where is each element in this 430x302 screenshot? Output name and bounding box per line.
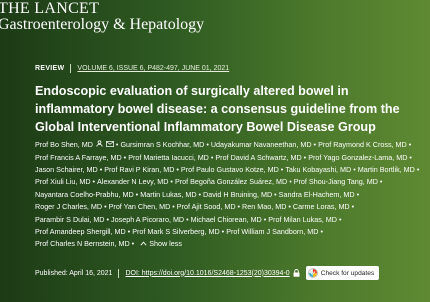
author-item: Prof Yan Chen, MD • bbox=[108, 202, 177, 212]
author-link[interactable]: Prof Yan Chen, MD bbox=[109, 202, 171, 211]
author-item: Taku Kobayashi, MD • bbox=[285, 164, 358, 174]
author-link[interactable]: Prof Yago Gonzalez-Lama, MD bbox=[308, 153, 407, 162]
author-item: Prof Ajit Sood, MD • bbox=[176, 202, 243, 212]
author-link[interactable]: Prof Xiuli Liu, MD bbox=[35, 177, 91, 186]
author-item: Roger J Charles, MD • bbox=[35, 202, 109, 212]
show-less-label: Show less bbox=[149, 239, 182, 249]
author-item: Joseph A Picoraro, MD • bbox=[111, 214, 191, 224]
author-link[interactable]: Carme Loras, MD bbox=[293, 202, 350, 211]
author-link[interactable]: Udayakumar Navaneethan, MD bbox=[211, 140, 312, 149]
author-item: Martin Lukas, MD • bbox=[140, 189, 204, 199]
author-item: Jason Schairer, MD • bbox=[35, 164, 105, 174]
author-link[interactable]: Prof Begoña González Suárez, MD bbox=[175, 177, 287, 186]
author-link[interactable]: Prof Bo Shen, MD bbox=[35, 140, 93, 149]
author-item: Martin Bortlik, MD • bbox=[357, 164, 420, 174]
author-link[interactable]: Martin Bortlik, MD bbox=[358, 165, 415, 174]
check-for-updates-label: Check for updates bbox=[320, 269, 375, 277]
author-link[interactable]: Prof Charles N Bernstein, MD bbox=[35, 239, 130, 248]
footer-divider bbox=[118, 268, 120, 278]
author-link[interactable]: Prof Milan Lukas, MD bbox=[268, 215, 337, 224]
author-item: Prof Begoña González Suárez, MD • bbox=[174, 177, 294, 187]
author-item: Parambir S Dulai, MD • bbox=[35, 214, 112, 224]
crossmark-icon bbox=[307, 268, 318, 278]
author-link[interactable]: Prof Paulo Gustavo Kotze, MD bbox=[181, 165, 279, 174]
author-link[interactable]: Prof Raymond K Cross, MD bbox=[318, 140, 407, 149]
author-link[interactable]: Martin Lukas, MD bbox=[140, 190, 196, 199]
author-link[interactable]: Prof Mark S Silverberg, MD bbox=[132, 227, 219, 236]
author-link[interactable]: Prof Shou-Jiang Tang, MD bbox=[294, 177, 378, 186]
author-item: Sandra El-Hachem, MD • bbox=[278, 189, 360, 199]
author-item: Michael Chiorean, MD • bbox=[190, 214, 269, 224]
author-item: Prof Marietta Iacucci, MD • bbox=[128, 152, 216, 162]
article-type: REVIEW bbox=[35, 65, 65, 72]
author-item: Prof Paulo Gustavo Kotze, MD • bbox=[180, 164, 286, 174]
author-link[interactable]: Nayantara Coelho-Prabhu, MD bbox=[35, 190, 134, 199]
author-item: Carme Loras, MD • bbox=[292, 202, 355, 212]
author-link[interactable]: Prof Amandeep Shergill, MD bbox=[35, 227, 126, 236]
author-item: David H Bruining, MD • bbox=[203, 189, 279, 199]
author-list: Prof Bo Shen, MD • Gursimran S Kochhar, … bbox=[35, 139, 425, 251]
author-link[interactable]: Sandra El-Hachem, MD bbox=[279, 190, 355, 199]
author-item: Prof Amandeep Shergill, MD • bbox=[35, 226, 133, 236]
author-item: Prof Xiuli Liu, MD • bbox=[35, 177, 98, 187]
author-link[interactable]: Gursimran S Kochhar, MD bbox=[120, 140, 204, 149]
published-date: Published: April 16, 2021 bbox=[35, 269, 113, 277]
author-item: Udayakumar Navaneethan, MD • bbox=[210, 140, 319, 150]
chevron-up-icon bbox=[140, 238, 147, 250]
author-item: Prof Ravi P Kiran, MD • bbox=[104, 164, 181, 174]
author-item: Nayantara Coelho-Prabhu, MD • bbox=[35, 189, 141, 199]
journal-masthead[interactable]: THE LANCET Gastroenterology & Hepatology bbox=[0, 0, 430, 42]
article-meta: REVIEW VOLUME 6, ISSUE 6, P482-497, JUNE… bbox=[35, 64, 229, 73]
author-link[interactable]: Parambir S Dulai, MD bbox=[35, 215, 105, 224]
lock-icon bbox=[293, 269, 300, 277]
author-item: Prof Shou-Jiang Tang, MD • bbox=[293, 177, 383, 187]
email-icon[interactable] bbox=[105, 139, 114, 151]
author-item: Prof Mark S Silverberg, MD • bbox=[132, 226, 227, 236]
author-link[interactable]: Ren Mao, MD bbox=[242, 202, 286, 211]
author-item: Prof Raymond K Cross, MD • bbox=[318, 140, 412, 150]
author-item: Prof Yago Gonzalez-Lama, MD • bbox=[308, 152, 412, 162]
author-link[interactable]: Michael Chiorean, MD bbox=[191, 215, 262, 224]
author-item: Prof Francis A Farraye, MD • bbox=[35, 152, 129, 162]
author-item: Prof William J Sandborn, MD • bbox=[226, 226, 323, 236]
check-for-updates-button[interactable]: Check for updates bbox=[305, 266, 380, 280]
author-item: Prof Bo Shen, MD • bbox=[35, 140, 120, 149]
author-link[interactable]: Joseph A Picoraro, MD bbox=[111, 215, 184, 224]
publication-info: Published: April 16, 2021 DOI: https://d… bbox=[35, 266, 380, 280]
author-link[interactable]: Prof William J Sandborn, MD bbox=[226, 227, 318, 236]
issue-link[interactable]: VOLUME 6, ISSUE 6, P482-497, JUNE 01, 20… bbox=[77, 65, 229, 72]
show-less-button[interactable]: Show less bbox=[140, 239, 182, 248]
journal-subtitle[interactable]: Gastroenterology & Hepatology bbox=[0, 16, 204, 34]
author-link[interactable]: David H Bruining, MD bbox=[203, 190, 272, 199]
author-item: Prof David A Schwartz, MD • bbox=[215, 152, 309, 162]
author-item: Ren Mao, MD • bbox=[242, 202, 293, 212]
doi-link[interactable]: DOI: https://doi.org/10.1016/S2468-1253(… bbox=[125, 270, 289, 277]
author-link[interactable]: Prof Ajit Sood, MD bbox=[177, 202, 236, 211]
author-link[interactable]: Prof Francis A Farraye, MD bbox=[35, 153, 122, 162]
author-item: Prof Milan Lukas, MD • bbox=[268, 214, 342, 224]
author-item: Alexander N Levy, MD • bbox=[97, 177, 175, 187]
meta-divider bbox=[70, 64, 72, 73]
author-link[interactable]: Roger J Charles, MD bbox=[35, 202, 102, 211]
author-link[interactable]: Taku Kobayashi, MD bbox=[285, 165, 351, 174]
author-link[interactable]: Alexander N Levy, MD bbox=[97, 177, 168, 186]
author-link[interactable]: Prof David A Schwartz, MD bbox=[215, 153, 301, 162]
author-link[interactable]: Prof Ravi P Kiran, MD bbox=[104, 165, 174, 174]
person-icon bbox=[96, 139, 103, 151]
author-link[interactable]: Jason Schairer, MD bbox=[35, 165, 98, 174]
author-link[interactable]: Prof Marietta Iacucci, MD bbox=[128, 153, 209, 162]
author-item: Gursimran S Kochhar, MD • bbox=[120, 140, 211, 150]
author-item: Prof Charles N Bernstein, MD • bbox=[35, 239, 137, 249]
article-title: Endoscopic evaluation of surgically alte… bbox=[35, 84, 400, 134]
